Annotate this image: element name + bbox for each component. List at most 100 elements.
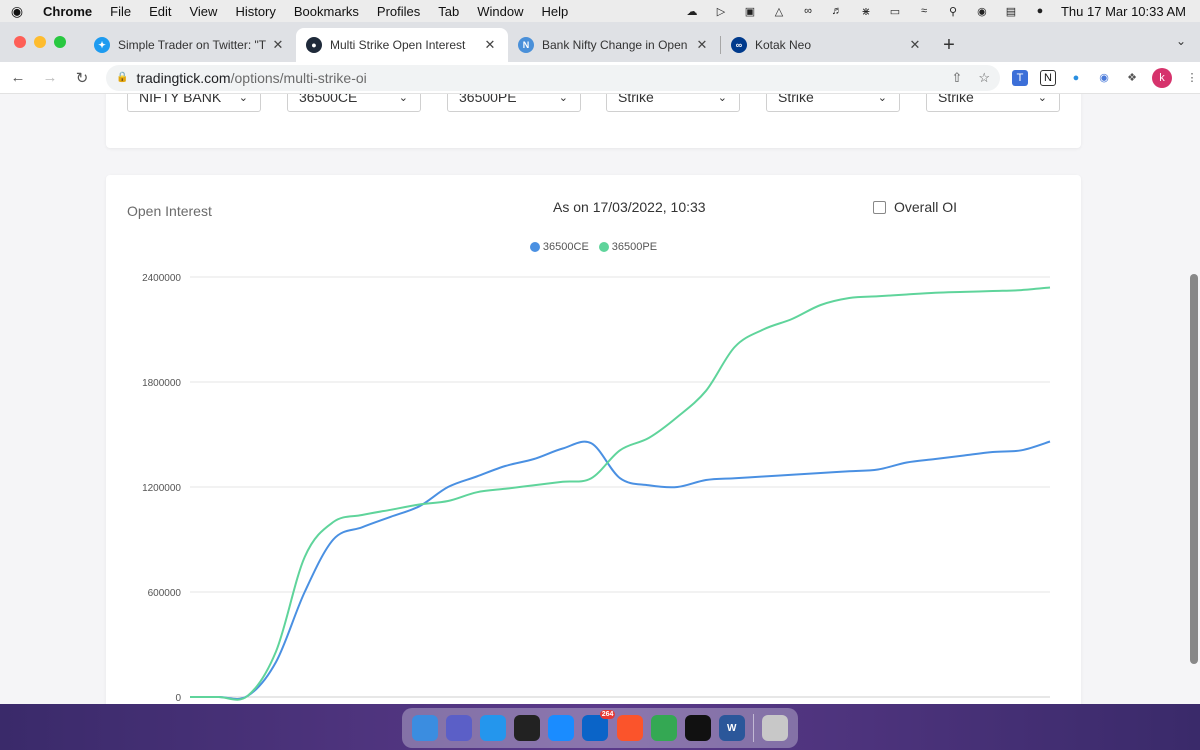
tab-strip: ✦ Simple Trader on Twitter: "Trad ✕ ● Mu… <box>0 22 1200 62</box>
tab-kotak-neo[interactable]: ∞ Kotak Neo ✕ <box>721 28 933 62</box>
puzzle-extensions-icon[interactable]: ❖ <box>1124 70 1140 86</box>
compass-extension-icon[interactable]: ◉ <box>1096 70 1112 86</box>
browser-window: ✦ Simple Trader on Twitter: "Trad ✕ ● Mu… <box>0 22 1200 704</box>
strike-select-3[interactable]: Strike ⌄ <box>606 94 740 112</box>
close-icon[interactable]: ✕ <box>694 37 710 53</box>
menu-help[interactable]: Help <box>533 4 578 19</box>
finder-icon[interactable] <box>412 715 439 741</box>
overall-oi-toggle[interactable]: Overall OI <box>873 199 957 215</box>
menu-file[interactable]: File <box>101 4 140 19</box>
back-button[interactable]: ← <box>4 69 32 86</box>
y-tick-label: 600000 <box>148 588 182 599</box>
terminal-icon[interactable] <box>514 715 541 741</box>
strike-select-4-value: Strike <box>778 94 814 105</box>
menu-app-name[interactable]: Chrome <box>34 4 101 19</box>
y-tick-label: 2400000 <box>142 273 181 284</box>
more-menu-icon[interactable]: ⋮ <box>1184 70 1200 86</box>
overall-oi-label: Overall OI <box>894 199 958 215</box>
screenshot-icon[interactable]: ▣ <box>742 4 758 18</box>
docker-icon[interactable] <box>480 715 507 741</box>
cast-icon[interactable]: ▷ <box>713 4 729 18</box>
chevron-down-icon: ⌄ <box>558 94 568 104</box>
address-bar[interactable]: 🔒 tradingtick.com/options/multi-strike-o… <box>106 64 1000 91</box>
filter-card: NIFTY BANK ⌄ 36500CE ⌄ 36500PE ⌄ Strike … <box>106 94 1081 148</box>
outlook-icon[interactable]: 264 <box>582 710 616 741</box>
page-scrollbar[interactable] <box>1190 274 1198 664</box>
share-icon[interactable]: ⇧ <box>951 70 962 86</box>
strike-select-2-value: 36500PE <box>459 94 517 105</box>
volume-icon[interactable]: ♬ <box>829 4 845 18</box>
tab-title: Multi Strike Open Interest <box>330 38 466 52</box>
toolbar: ← → ↻ 🔒 tradingtick.com/options/multi-st… <box>0 62 1200 94</box>
translate-extension-icon[interactable]: T <box>1012 69 1028 86</box>
cube-icon[interactable]: △ <box>771 4 787 18</box>
tab-title: Simple Trader on Twitter: "Trad <box>118 38 266 52</box>
extensions: T N ● ◉ ❖ k ⋮ <box>1012 67 1200 88</box>
overall-oi-checkbox[interactable] <box>873 200 886 214</box>
search-icon[interactable]: ⚲ <box>945 4 961 18</box>
index-select[interactable]: NIFTY BANK ⌄ <box>127 94 261 112</box>
bluetooth-icon[interactable]: ⋇ <box>858 4 874 18</box>
strike-select-5[interactable]: Strike ⌄ <box>926 94 1060 112</box>
y-tick-label: 0 <box>175 693 181 704</box>
desktop-background: 264 W <box>0 704 1200 750</box>
as-on-timestamp: As on 17/03/2022, 10:33 <box>553 199 706 215</box>
zoom-window-button[interactable] <box>54 36 66 48</box>
series-line-pe[interactable] <box>189 286 1051 701</box>
teams-icon[interactable] <box>446 715 473 741</box>
brave-icon[interactable] <box>616 715 643 741</box>
new-tab-button[interactable]: + <box>933 28 965 62</box>
chart-title: Open Interest <box>127 203 212 219</box>
series-line-ce[interactable] <box>189 440 1051 700</box>
apple-icon[interactable]: ◉ <box>0 3 34 20</box>
creative-cloud-icon[interactable]: ☁ <box>684 4 700 18</box>
tradingview-icon[interactable] <box>684 715 711 741</box>
menu-bookmarks[interactable]: Bookmarks <box>285 4 368 19</box>
control-center-icon[interactable]: ▤ <box>1003 4 1019 18</box>
tab-twitter[interactable]: ✦ Simple Trader on Twitter: "Trad ✕ <box>84 28 296 62</box>
strike-select-1[interactable]: 36500CE ⌄ <box>287 94 421 112</box>
status-area: ☁ ▷ ▣ △ ∞ ♬ ⋇ ▭ ≈ ⚲ ◉ ▤ ● Thu 17 Mar 10:… <box>684 4 1200 19</box>
battery-icon[interactable]: ▭ <box>887 4 903 18</box>
menu-tab[interactable]: Tab <box>429 4 468 19</box>
strike-select-2[interactable]: 36500PE ⌄ <box>447 94 581 112</box>
trash-icon[interactable] <box>761 715 788 741</box>
accessibility-icon[interactable]: ◉ <box>974 4 990 18</box>
page-viewport: NIFTY BANK ⌄ 36500CE ⌄ 36500PE ⌄ Strike … <box>0 94 1200 704</box>
kotak-icon: ∞ <box>731 37 747 53</box>
close-icon[interactable]: ✕ <box>907 37 923 53</box>
strike-select-3-value: Strike <box>618 94 654 105</box>
chevron-down-icon: ⌄ <box>238 94 248 104</box>
close-icon[interactable]: ✕ <box>270 37 286 53</box>
bookmark-star-icon[interactable]: ☆ <box>978 70 990 86</box>
menu-history[interactable]: History <box>226 4 284 19</box>
reload-button[interactable]: ↻ <box>68 69 96 87</box>
wifi-icon[interactable]: ≈ <box>916 4 932 18</box>
close-icon[interactable]: ✕ <box>482 37 498 53</box>
clock[interactable]: Thu 17 Mar 10:33 AM <box>1061 4 1186 19</box>
forward-button[interactable]: → <box>36 69 64 86</box>
word-icon[interactable]: W <box>718 715 745 741</box>
y-tick-label: 1800000 <box>142 378 181 389</box>
raindrop-extension-icon[interactable]: ● <box>1068 70 1084 86</box>
menu-bar: ◉ Chrome File Edit View History Bookmark… <box>0 0 1200 22</box>
notion-extension-icon[interactable]: N <box>1040 69 1056 86</box>
safari-icon[interactable] <box>548 715 575 741</box>
menu-profiles[interactable]: Profiles <box>368 4 429 19</box>
profile-avatar[interactable]: k <box>1152 67 1172 88</box>
chrome-icon[interactable] <box>650 715 677 741</box>
tradingtick-icon: ● <box>306 37 322 53</box>
paperclip-icon[interactable]: ∞ <box>800 4 816 18</box>
strike-select-4[interactable]: Strike ⌄ <box>766 94 900 112</box>
menu-edit[interactable]: Edit <box>140 4 180 19</box>
menu-view[interactable]: View <box>180 4 226 19</box>
tab-bank-nifty[interactable]: N Bank Nifty Change in Open Inte ✕ <box>508 28 720 62</box>
siri-icon[interactable]: ● <box>1032 4 1048 18</box>
menu-window[interactable]: Window <box>468 4 532 19</box>
tab-multi-strike[interactable]: ● Multi Strike Open Interest ✕ <box>296 28 508 62</box>
close-window-button[interactable] <box>14 36 26 48</box>
tab-search-chevron-icon[interactable]: ⌄ <box>1176 34 1186 48</box>
minimize-window-button[interactable] <box>34 36 46 48</box>
lock-icon[interactable]: 🔒 <box>116 72 128 83</box>
y-tick-label: 1200000 <box>142 483 181 494</box>
